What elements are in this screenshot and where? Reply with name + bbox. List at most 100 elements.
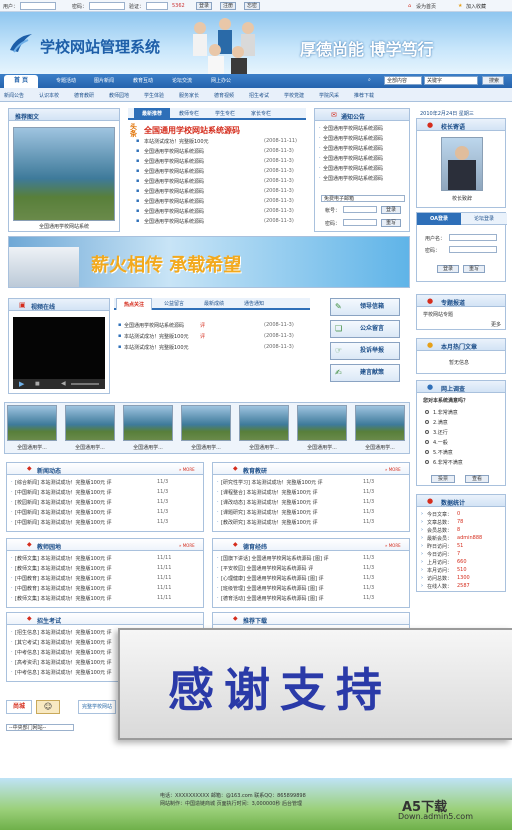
forgot-password-button[interactable]: 忘密	[244, 2, 260, 10]
section-row[interactable]: [高考资讯] 本站测试成功！完整版100元 评	[15, 659, 112, 666]
section-row[interactable]: [其它考试] 本站测试成功！完整版100元 评	[15, 639, 112, 646]
headline-item[interactable]: 全国通用学校网站系统源码	[144, 178, 204, 185]
notice-item[interactable]: 全国通用学校网站系统源码	[323, 135, 383, 142]
section-row[interactable]: [中国教育] 本站测试成功！完整版100元 评	[15, 585, 112, 592]
survey-radio[interactable]	[425, 450, 429, 454]
tab-latest[interactable]: 最新推荐	[134, 108, 170, 120]
notice-item[interactable]: 全国通用学校网站系统源码	[323, 175, 383, 182]
login-button[interactable]: 登录	[196, 2, 212, 10]
section-row[interactable]: [教师文集] 本站测试成功！完整版100元 评	[15, 595, 112, 602]
section-row[interactable]: [教师文集] 本站测试成功！完整版100元 评	[15, 555, 112, 562]
video-player[interactable]	[13, 317, 105, 379]
principal-photo[interactable]	[441, 137, 483, 191]
gallery-caption[interactable]: 全国通用学...	[123, 444, 173, 451]
service-button[interactable]: ✍ 建言献策	[330, 364, 400, 382]
username-input[interactable]	[20, 2, 56, 10]
headline-item[interactable]: 全国通用学校网站系统源码	[144, 168, 204, 175]
section-row[interactable]: [教师文集] 本站测试成功！完整版100元 评	[15, 565, 112, 572]
section-more-link[interactable]: » MORE	[385, 467, 401, 472]
tab-students[interactable]: 学生专栏	[208, 108, 242, 120]
captcha-input[interactable]	[146, 2, 168, 10]
focus-item[interactable]: 全国通用学校网站系统源码	[124, 322, 184, 329]
register-button[interactable]: 注册	[220, 2, 236, 10]
oa-login-button[interactable]: 登录	[437, 265, 459, 273]
gallery-photo[interactable]	[181, 405, 231, 441]
tab-hot-focus[interactable]: 热点关注	[116, 298, 152, 310]
survey-radio[interactable]	[425, 430, 429, 434]
oa-username-input[interactable]	[449, 234, 497, 241]
oa-password-input[interactable]	[449, 246, 497, 253]
service-button[interactable]: ❏ 公众留言	[330, 320, 400, 338]
section-row[interactable]: [中国新闻] 本站测试成功！完整版100元 评	[15, 519, 112, 526]
subnav-item[interactable]: 德育教研	[74, 92, 94, 99]
mail-select[interactable]: 免费电子邮箱	[321, 195, 405, 202]
gallery-caption[interactable]: 全国通用学...	[65, 444, 115, 451]
subnav-item[interactable]: 新闻公告	[4, 92, 24, 99]
notice-item[interactable]: 全国通用学校网站系统源码	[323, 145, 383, 152]
gallery-caption[interactable]: 全国通用学...	[297, 444, 347, 451]
subnav-item[interactable]: 学院风采	[319, 92, 339, 99]
survey-radio[interactable]	[425, 440, 429, 444]
section-row[interactable]: [中考信息] 本站测试成功！完整版100元 评	[15, 649, 112, 656]
headline-item[interactable]: 全国通用学校网站系统源码	[144, 218, 204, 225]
subnav-item[interactable]: 学生体验	[144, 92, 164, 99]
tab-public-messages[interactable]: 公益留言	[156, 298, 192, 310]
section-more-link[interactable]: » MORE	[385, 543, 401, 548]
mail-login-button[interactable]: 登录	[381, 206, 401, 214]
gallery-caption[interactable]: 全国通用学...	[7, 444, 57, 451]
mail-password-input[interactable]	[343, 219, 377, 226]
nav-item-interaction[interactable]: 教育互动	[133, 77, 153, 84]
section-row[interactable]: [课题研究] 本站测试成功！完整版100元 评	[221, 509, 318, 516]
search-button[interactable]: 搜索	[482, 76, 504, 85]
gallery-photo[interactable]	[65, 405, 115, 441]
play-icon[interactable]: ▶	[19, 380, 24, 388]
section-row[interactable]: [中国新闻] 本站测试成功！完整版100元 评	[15, 489, 112, 496]
partner-logo-1[interactable]: 尚城	[6, 700, 32, 714]
special-report-item[interactable]: 学校网站专题	[423, 311, 453, 318]
section-more-link[interactable]: » MORE	[179, 467, 195, 472]
section-row[interactable]: [研究性学习] 本站测试成功！完整版100元 评	[221, 479, 323, 486]
section-row[interactable]: [中国新闻] 本站测试成功！完整版100元 评	[15, 509, 112, 516]
section-row[interactable]: [教改研究] 本站测试成功！完整版100元 评	[221, 519, 318, 526]
password-input[interactable]	[89, 2, 125, 10]
section-more-link[interactable]: » MORE	[179, 543, 195, 548]
section-row[interactable]: [课程整合] 本站测试成功！完整版100元 评	[221, 489, 318, 496]
nav-item-forum[interactable]: 论坛交流	[172, 77, 192, 84]
section-row[interactable]: [综合新闻] 本站测试成功！完整版100元 评	[15, 479, 112, 486]
recommended-photo-caption[interactable]: 全国通用学校网站系统	[13, 223, 115, 230]
focus-item[interactable]: 本站测试成功！完整版100元	[124, 333, 189, 340]
headline-title[interactable]: 全国通用学校网站系统源码	[144, 125, 240, 136]
survey-view-button[interactable]: 查看	[465, 475, 489, 483]
nav-item-office[interactable]: 网上办公	[211, 77, 231, 84]
notice-item[interactable]: 全国通用学校网站系统源码	[323, 125, 383, 132]
gallery-caption[interactable]: 全国通用学...	[239, 444, 289, 451]
section-row[interactable]: [德育活动] 全国通用学校网站系统源码 [图] 评	[221, 595, 324, 602]
tab-latest-scores[interactable]: 最新成绩	[196, 298, 232, 310]
comment-tag[interactable]: 评	[200, 333, 205, 340]
subnav-item[interactable]: 招生考试	[249, 92, 269, 99]
tab-announcements[interactable]: 通告通知	[236, 298, 272, 310]
notice-item[interactable]: 全国通用学校网站系统源码	[323, 165, 383, 172]
section-row[interactable]: [中国教育] 本站测试成功！完整版100元 评	[15, 575, 112, 582]
headline-item[interactable]: 全国通用学校网站系统源码	[144, 208, 204, 215]
search-scope-select[interactable]: 全部内容	[384, 76, 422, 85]
special-report-more[interactable]: 更多	[491, 321, 501, 328]
search-input[interactable]: 关键字	[424, 76, 478, 85]
subnav-item[interactable]: 服务家长	[179, 92, 199, 99]
mail-reset-button[interactable]: 重写	[381, 219, 401, 227]
gallery-photo[interactable]	[355, 405, 405, 441]
nav-item-topics[interactable]: 专题活动	[56, 77, 76, 84]
survey-radio[interactable]	[425, 460, 429, 464]
tab-teachers[interactable]: 教师专栏	[172, 108, 206, 120]
promo-banner[interactable]: 薪火相传 承载希望	[8, 236, 410, 288]
tab-oa-login[interactable]: OA登录	[417, 213, 461, 225]
survey-vote-button[interactable]: 投票	[431, 475, 455, 483]
partner-logo-3[interactable]: 完整学校网站	[78, 700, 116, 714]
set-homepage-link[interactable]: 设为首页	[416, 3, 436, 10]
volume-icon[interactable]: ◀	[61, 380, 66, 387]
section-row[interactable]: [中考信息] 本站测试成功！完整版100元 评	[15, 669, 112, 676]
principal-caption[interactable]: 校长致辞	[441, 195, 483, 202]
headline-item[interactable]: 本站测试成功！完整版100元	[144, 138, 209, 145]
section-row[interactable]: [班级管理] 全国通用学校网站系统源码 [图] 评	[221, 585, 324, 592]
focus-item[interactable]: 本站测试成功！完整版100元	[124, 344, 189, 351]
